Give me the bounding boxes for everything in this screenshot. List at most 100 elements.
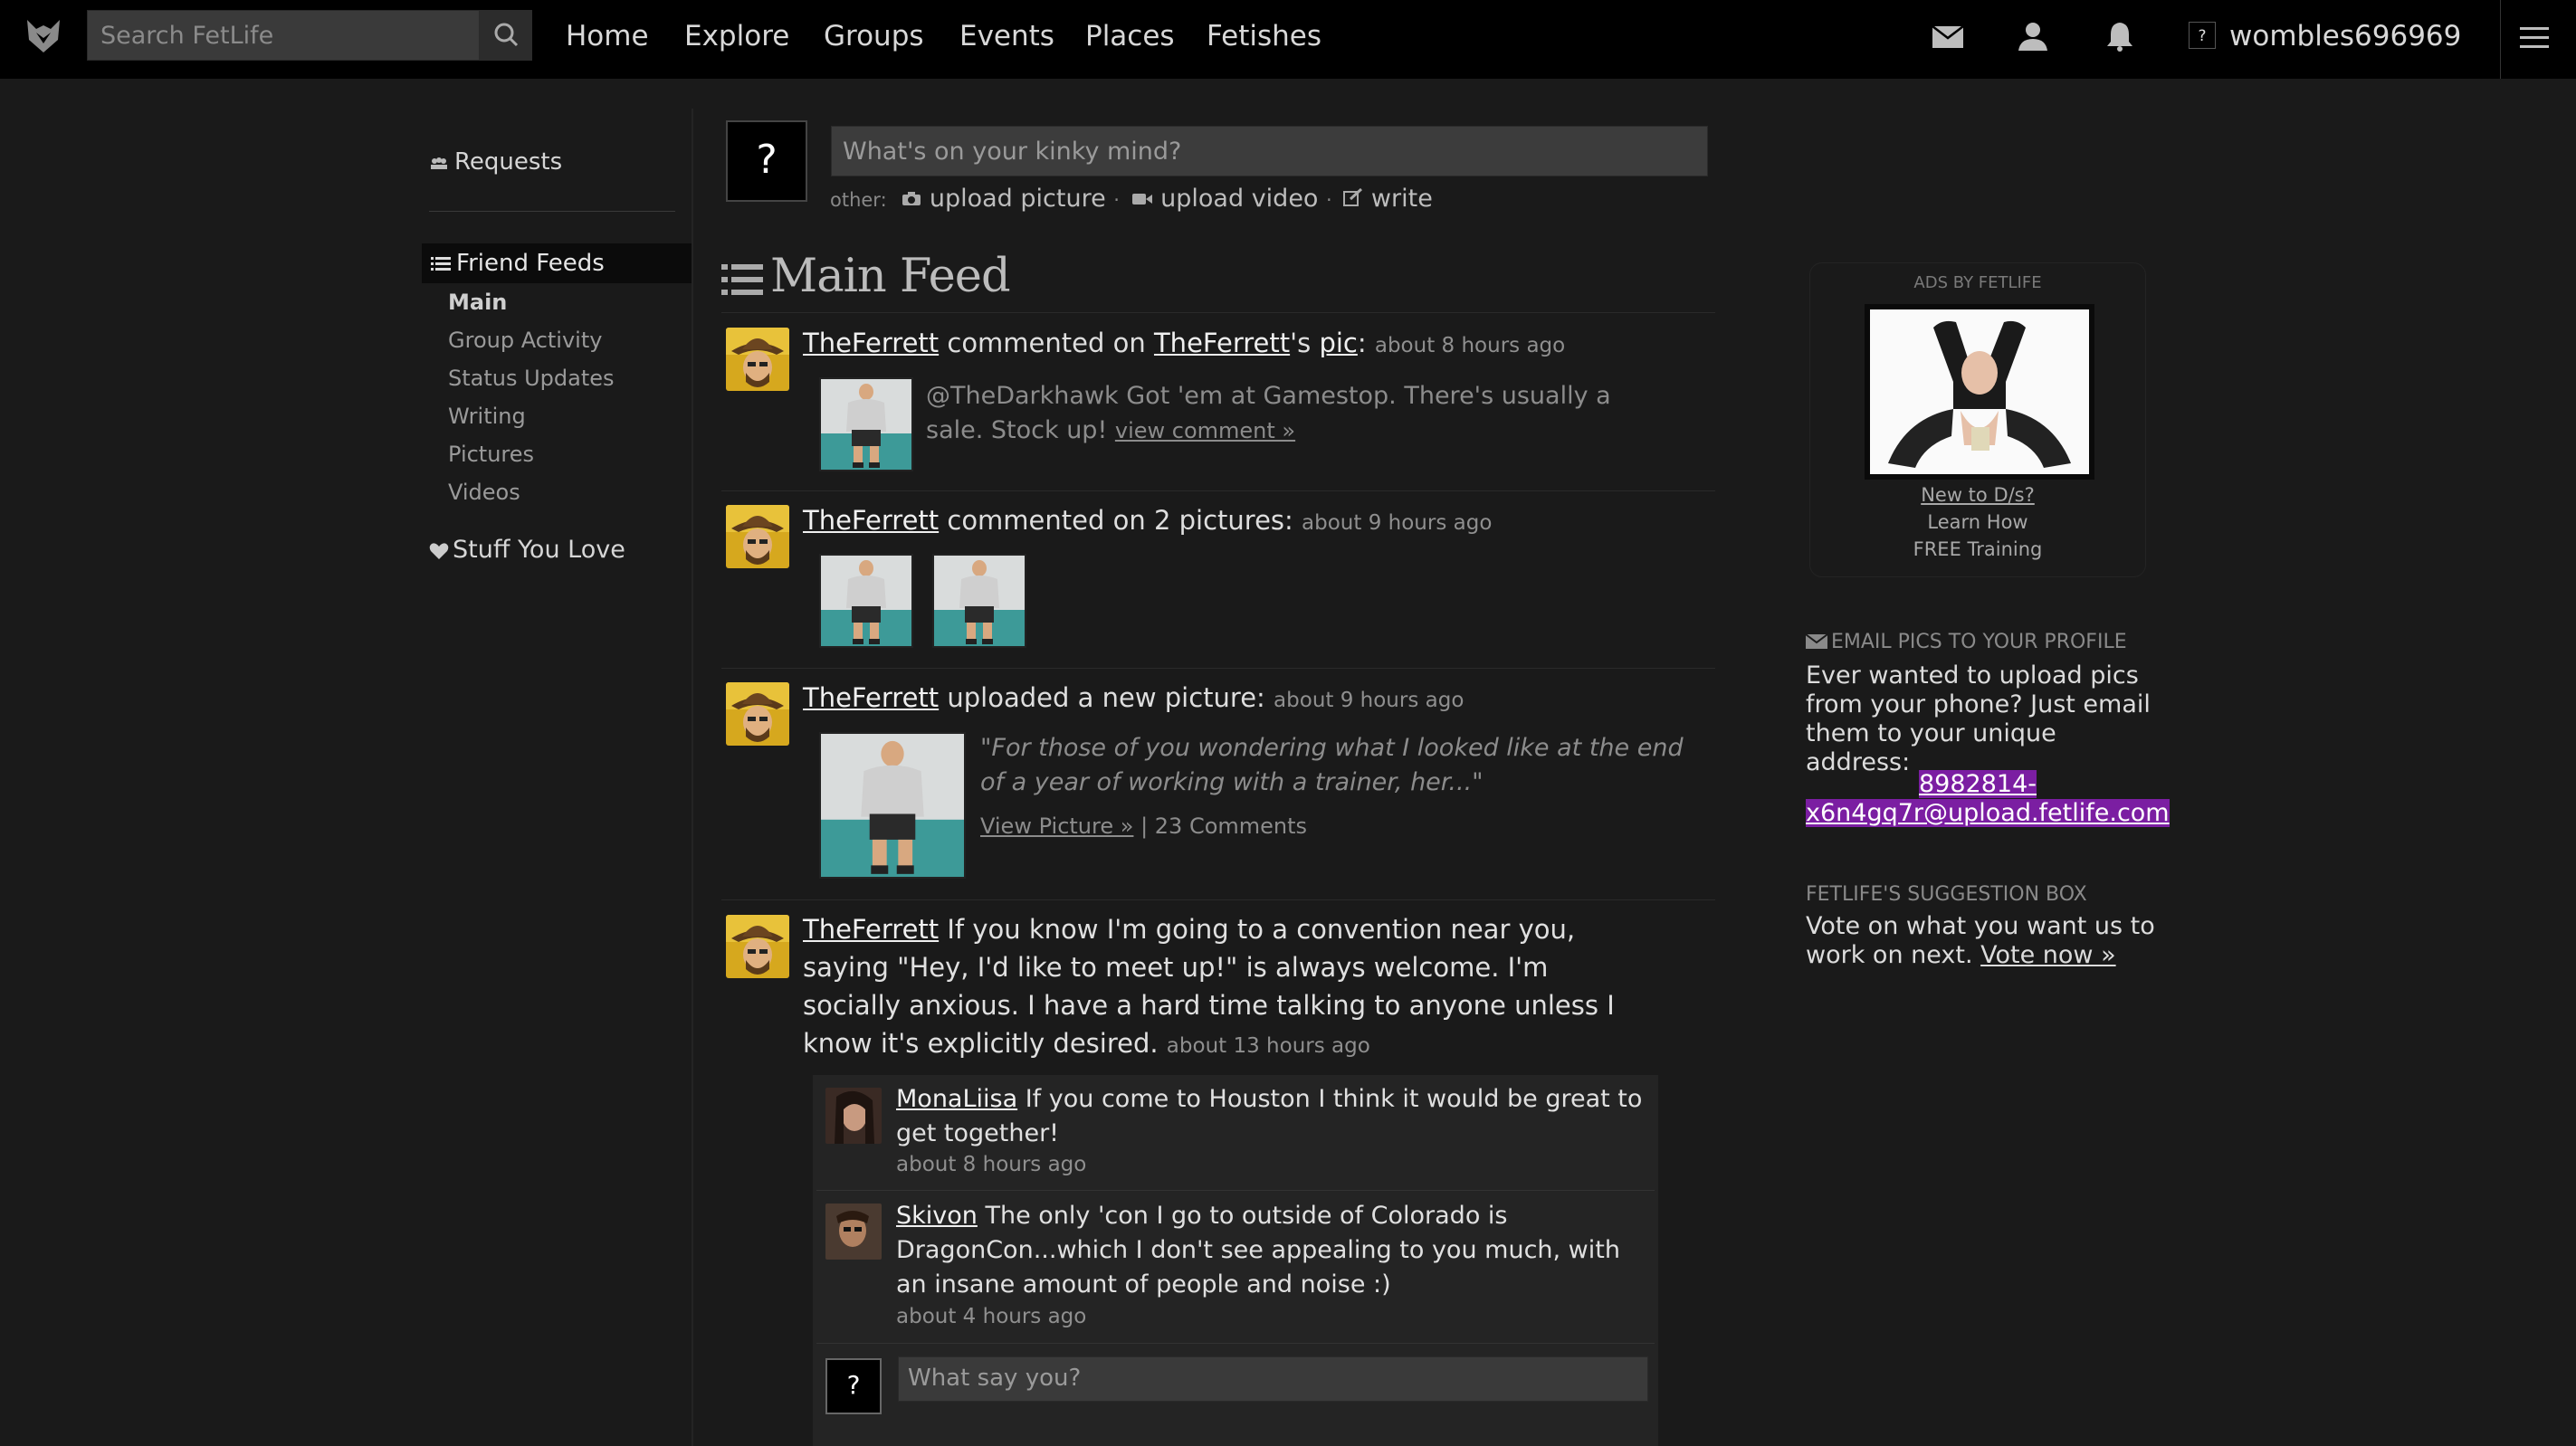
search-input[interactable] [88,11,479,60]
user-avatar[interactable] [726,915,789,978]
sidebar-stuff-you-love-label: Stuff You Love [453,536,625,564]
sidebar-friend-feeds[interactable]: Friend Feeds [422,243,692,283]
pic-link[interactable]: pic [1319,328,1357,358]
picture-thumbnail-large[interactable] [819,732,966,879]
nav-places[interactable]: Places [1085,20,1175,52]
comment-body: The only 'con I go to outside of Colorad… [896,1202,1620,1299]
sidebar-divider [692,109,693,1446]
picture-thumbnail[interactable] [932,554,1026,648]
suggestion-box-text: Vote on what you want us to work on next… [1806,912,2159,970]
feed-divider [721,668,1715,669]
upload-video-link[interactable]: upload video [1160,185,1318,213]
sidebar-friend-feeds-label: Friend Feeds [456,250,605,277]
picture-meta: View Picture » | 23 Comments [980,813,1307,839]
sidebar-stuff-you-love[interactable]: Stuff You Love [429,536,625,564]
user-avatar[interactable] [726,682,789,746]
top-navigation-bar: Home Explore Groups Events Places Fetish… [0,0,2576,79]
menu-divider [2500,0,2501,79]
user-avatar[interactable] [726,328,789,391]
commenter-avatar[interactable] [825,1088,882,1144]
view-picture-link[interactable]: View Picture » [980,813,1133,839]
search-button[interactable] [480,10,532,61]
feed-entry-headline: TheFerrett uploaded a new picture: about… [803,682,1464,713]
ad-text-line[interactable]: Learn How [1809,511,2146,533]
upload-picture-link[interactable]: upload picture [930,185,1106,213]
entry-action: commented on 2 pictures: [939,505,1293,536]
fetlife-logo-icon[interactable] [24,16,63,56]
user-avatar-small[interactable]: ? [2189,22,2216,49]
user-link[interactable]: TheFerrett [803,914,939,945]
ad-link[interactable]: New to D/s? [1809,484,2146,506]
reply-input[interactable] [898,1356,1648,1402]
dot-separator: · [1113,189,1120,211]
sidebar-item-pictures[interactable]: Pictures [448,442,534,467]
composer-other-actions: other: upload picture · upload video · w… [830,185,1433,213]
timestamp: about 9 hours ago [1302,511,1493,535]
sidebar-requests-label: Requests [454,148,563,176]
comment: MonaLiisa If you come to Houston I think… [896,1082,1647,1151]
status-composer-input[interactable] [831,126,1708,176]
write-link[interactable]: write [1371,185,1433,213]
timestamp: about 13 hours ago [1166,1034,1370,1058]
commenter-link[interactable]: MonaLiisa [896,1085,1017,1113]
reply-avatar[interactable]: ? [825,1358,882,1414]
search-icon [494,23,519,47]
status-update: TheFerrett If you know I'm going to a co… [803,910,1645,1065]
user-link[interactable]: TheFerrett [803,505,939,536]
advertisement-image[interactable] [1865,304,2094,480]
vote-now-link[interactable]: Vote now » [1980,941,2116,969]
comment-divider [816,1343,1655,1344]
main-feed-title: Main Feed [770,250,1011,303]
sidebar-item-videos[interactable]: Videos [448,480,520,505]
video-camera-icon [1131,194,1152,205]
nav-fetishes[interactable]: Fetishes [1207,20,1321,52]
upload-email-address[interactable]: 8982814- x6n4gq7r@upload.fetlife.com [1806,770,2170,828]
list-icon [431,256,451,271]
ad-text-line[interactable]: FREE Training [1809,538,2146,560]
envelope-icon[interactable] [1932,24,1964,50]
user-link[interactable]: TheFerrett [803,682,939,713]
bell-icon[interactable] [2104,20,2136,52]
possessive: 's [1290,328,1320,358]
camera-icon [902,192,921,205]
nav-explore[interactable]: Explore [684,20,789,52]
sidebar-item-status-updates[interactable]: Status Updates [448,366,615,391]
username-link[interactable]: wombles696969 [2229,20,2461,52]
sidebar-requests[interactable]: Requests [429,148,562,176]
person-icon[interactable] [2017,20,2049,52]
commenter-avatar[interactable] [825,1203,882,1260]
nav-events[interactable]: Events [959,20,1054,52]
email-pics-text: Ever wanted to upload pics from your pho… [1806,661,2151,776]
picture-thumbnail[interactable] [819,554,913,648]
email-pics-title: EMAIL PICS TO YOUR PROFILE [1831,631,2127,653]
sidebar-item-writing[interactable]: Writing [448,404,526,429]
sidebar-item-group-activity[interactable]: Group Activity [448,328,602,353]
user-link[interactable]: TheFerrett [803,328,939,358]
dot-separator: · [1326,189,1332,211]
composer-avatar[interactable]: ? [726,120,807,202]
hamburger-menu-icon[interactable] [2518,24,2551,52]
comment-divider [816,1190,1655,1191]
comments-count-link[interactable]: 23 Comments [1155,813,1307,839]
commenter-link[interactable]: Skivon [896,1202,978,1230]
comment-timestamp: about 4 hours ago [896,1305,1087,1328]
colon: : [1357,328,1367,358]
nav-groups[interactable]: Groups [824,20,924,52]
feed-entry-headline: TheFerrett commented on TheFerrett's pic… [803,328,1565,358]
timestamp: about 9 hours ago [1274,689,1465,712]
picture-thumbnail[interactable] [819,377,913,471]
view-comment-link[interactable]: view comment » [1115,418,1295,443]
composer-other-label: other: [830,189,887,211]
target-user-link[interactable]: TheFerrett [1154,328,1290,358]
upload-email-line1: 8982814- [1919,770,2037,798]
feed-divider [721,312,1715,313]
entry-action: commented on [939,328,1154,358]
list-icon [721,264,763,295]
ad-label: ADS BY FETLIFE [1913,273,2042,292]
comment: Skivon The only 'con I go to outside of … [896,1199,1647,1302]
nav-home[interactable]: Home [566,20,649,52]
envelope-icon [1805,633,1828,649]
user-avatar[interactable] [726,505,789,568]
feed-divider [721,490,1715,491]
sidebar-item-main[interactable]: Main [448,290,507,315]
